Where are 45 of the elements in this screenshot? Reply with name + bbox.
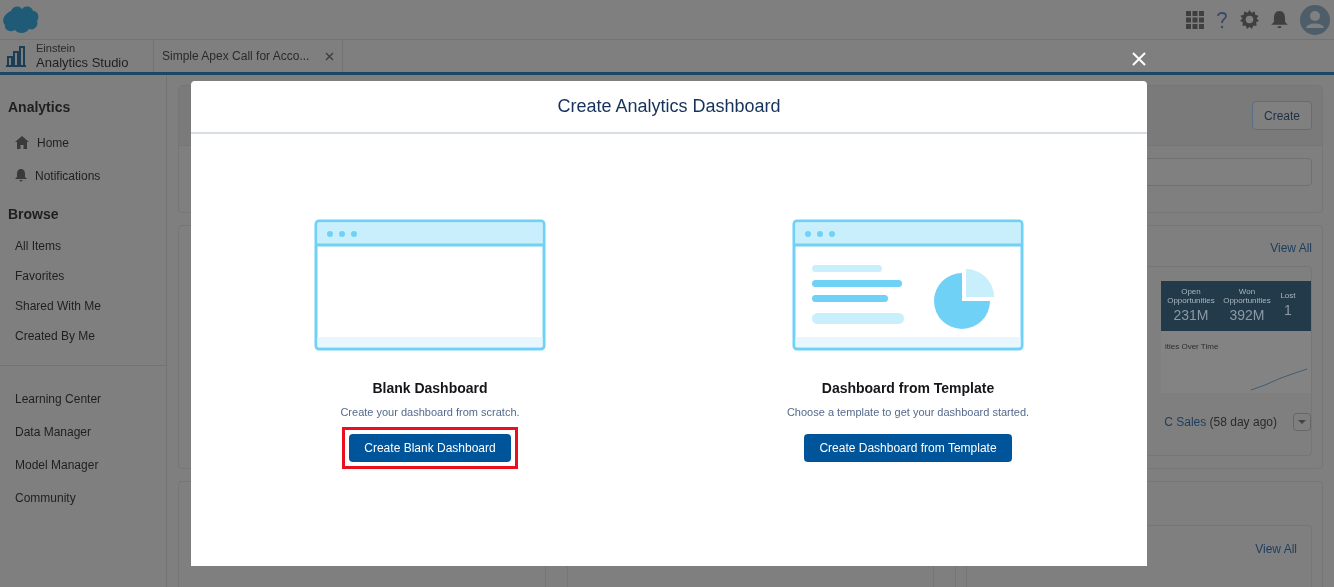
line-chart-drawing bbox=[1251, 367, 1307, 391]
bar-chart-icon bbox=[5, 45, 27, 67]
kpi-label: Won Opportunities bbox=[1222, 286, 1272, 305]
create-dashboard-button[interactable]: Create Blank Dashboard bbox=[349, 433, 511, 462]
kpi-value: 231M bbox=[1173, 305, 1209, 325]
dropdown-icon[interactable] bbox=[1293, 413, 1311, 431]
sidebar-heading: Browse bbox=[7, 205, 60, 224]
view-all-link[interactable]: View All bbox=[1270, 239, 1312, 257]
kpi-value: 1 bbox=[1284, 301, 1292, 320]
sidebar-item[interactable]: All Items bbox=[0, 231, 166, 261]
option-title: Dashboard from Template bbox=[821, 379, 995, 398]
kpi-label: Lost bbox=[1280, 291, 1296, 300]
workspace-tab[interactable]: Simple Apex Call for Acco... bbox=[154, 40, 343, 72]
sidebar-item[interactable]: Learning Center bbox=[0, 382, 166, 415]
modal-title: Create Analytics Dashboard bbox=[557, 95, 781, 118]
app-overline: Einstein bbox=[36, 43, 77, 54]
recent-dashboard-text: C Sales (58 day ago) bbox=[1164, 414, 1277, 431]
create-dashboard-button[interactable]: Create Dashboard from Template bbox=[804, 433, 1012, 462]
bell-icon bbox=[15, 169, 27, 182]
kpi-value: 392M bbox=[1229, 305, 1265, 325]
app-name: Analytics Studio bbox=[36, 56, 129, 69]
help-icon[interactable] bbox=[1216, 10, 1228, 29]
create-button[interactable]: Create bbox=[1251, 101, 1312, 130]
sidebar-item[interactable]: Home bbox=[0, 126, 166, 159]
sidebar-item[interactable]: Favorites bbox=[0, 261, 166, 291]
option-title: Blank Dashboard bbox=[372, 379, 488, 398]
option-description: Create your dashboard from scratch. bbox=[340, 405, 520, 420]
home-icon bbox=[15, 136, 29, 149]
sidebar-item[interactable]: Model Manager bbox=[0, 448, 166, 481]
cloud-logo bbox=[2, 4, 40, 35]
sidebar-item[interactable]: Data Manager bbox=[0, 415, 166, 448]
bell-icon[interactable] bbox=[1271, 10, 1288, 29]
sidebar-item[interactable]: Created By Me bbox=[0, 321, 166, 351]
chart-label: ities Over Time bbox=[1165, 341, 1219, 353]
option-description: Choose a template to get your dashboard started. bbox=[786, 405, 1030, 420]
sidebar-item[interactable]: Notifications bbox=[0, 159, 166, 192]
kpi-label: Open Opportunities bbox=[1166, 286, 1216, 305]
sidebar-item[interactable]: Shared With Me bbox=[0, 291, 166, 321]
close-icon[interactable] bbox=[325, 51, 334, 61]
avatar-icon[interactable] bbox=[1300, 4, 1330, 35]
sidebar-heading: Analytics bbox=[7, 98, 72, 117]
view-all-link[interactable]: View All bbox=[1255, 540, 1297, 558]
settings-icon[interactable] bbox=[1240, 10, 1259, 29]
sidebar-item[interactable]: Community bbox=[0, 481, 166, 514]
app-launcher-icon[interactable] bbox=[1186, 10, 1204, 29]
